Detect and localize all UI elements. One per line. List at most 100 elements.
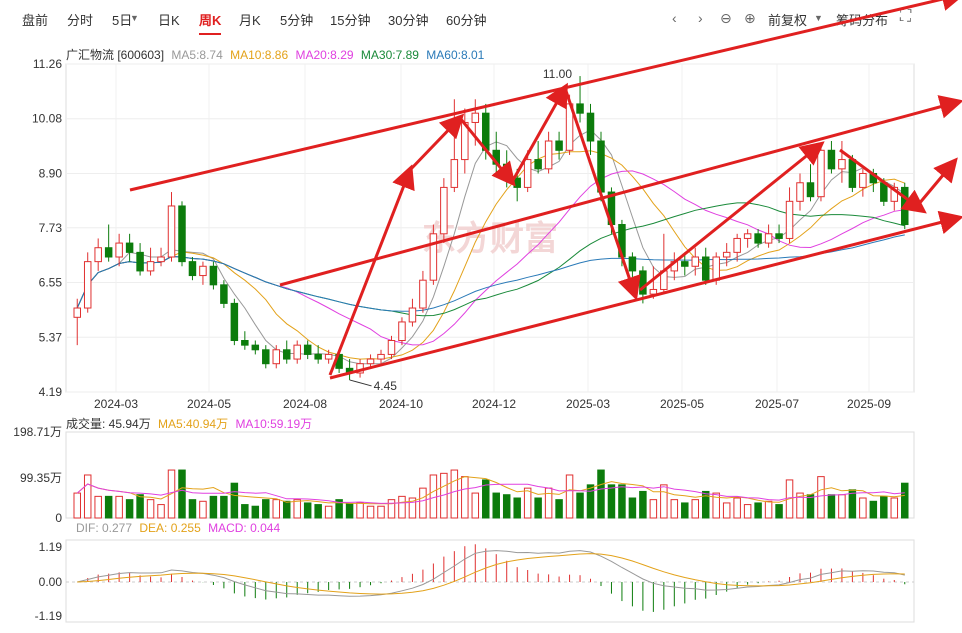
candle-body (838, 159, 846, 170)
price-tick-label: 5.37 (39, 330, 63, 344)
candle-body (450, 159, 459, 188)
volume-bar (146, 499, 155, 519)
candle-body (544, 140, 553, 170)
volume-bar (461, 476, 469, 519)
candle-body (701, 256, 710, 281)
candle-body (733, 237, 741, 253)
time-tick-label: 2025-03 (566, 397, 610, 411)
low-price-annotation: 4.45 (374, 379, 398, 393)
candle-body (178, 205, 186, 263)
time-tick-label: 2024-03 (94, 397, 138, 411)
candle-body (293, 344, 301, 360)
volume-bar (733, 497, 741, 519)
volume-bar (419, 487, 427, 519)
volume-bar (104, 495, 113, 519)
volume-tick-label: 0 (55, 511, 62, 525)
macd-tick-label: 0.00 (39, 575, 63, 589)
volume-bar (544, 487, 553, 519)
candle-body (534, 159, 542, 170)
volume-bar (136, 494, 144, 519)
candle-body (440, 186, 448, 235)
time-tick-label: 2024-10 (379, 397, 423, 411)
volume-bar (827, 494, 836, 519)
trend-arrow (328, 164, 415, 376)
volume-bar (356, 502, 364, 519)
volume-bar (681, 502, 689, 519)
volume-bar (743, 504, 752, 519)
time-tick-label: 2024-05 (187, 397, 231, 411)
candle-body (555, 140, 563, 151)
candle-body (241, 340, 249, 346)
volume-bar (775, 504, 783, 519)
stock-chart[interactable]: 11.26 10.08 8.90 7.73 6.55 5.37 4.19 2024-03 202… (0, 0, 962, 633)
volume-bar (272, 499, 281, 519)
price-tick-label: 4.19 (39, 385, 63, 399)
candle-body (827, 149, 836, 170)
volume-bar (890, 497, 899, 519)
volume-bar (471, 492, 480, 519)
volume-bar (366, 505, 375, 519)
candle-body (167, 205, 176, 258)
volume-bar (282, 500, 291, 519)
candle-body (366, 358, 375, 365)
volume-bar (157, 504, 165, 519)
volume-bar (262, 499, 270, 519)
volume-bar (377, 505, 385, 519)
volume-bar (429, 474, 438, 519)
candle-body (817, 149, 825, 198)
volume-bar (293, 499, 301, 519)
volume-bar (241, 504, 249, 519)
candle-body (471, 112, 480, 123)
volume-bar (806, 494, 815, 519)
candle-body (94, 247, 102, 263)
volume-bar (492, 492, 500, 519)
volume-bar (639, 490, 647, 519)
volume-bar (387, 499, 396, 519)
time-tick-label: 2025-09 (847, 397, 891, 411)
volume-bar (649, 499, 658, 519)
volume-bar (115, 495, 123, 519)
volume-bar (94, 495, 102, 519)
candle-body (146, 261, 155, 272)
candle-body (398, 321, 406, 342)
volume-bar (513, 497, 521, 519)
candle-body (324, 353, 333, 360)
candle-body (754, 233, 762, 244)
time-tick-label: 2024-12 (472, 397, 516, 411)
volume-bar (722, 502, 731, 519)
candle-body (314, 353, 322, 360)
volume-bar (125, 499, 134, 519)
volume-bar (576, 492, 584, 519)
candle-body (859, 172, 867, 188)
volume-bar (178, 469, 186, 519)
volume-tick-label: 99.35万 (20, 471, 62, 485)
volume-tick-label: 198.71万 (13, 425, 62, 439)
macd-panel-frame (65, 539, 915, 623)
volume-bar (628, 497, 637, 519)
candle-body (848, 159, 857, 188)
volume-bar (660, 484, 668, 519)
candle-body (387, 340, 396, 355)
candle-body (157, 256, 165, 263)
volume-bar (838, 494, 846, 519)
volume-bar (764, 500, 773, 519)
candle-body (199, 265, 207, 277)
candle-body (377, 353, 385, 360)
volume-bar (450, 469, 459, 519)
volume-bar (230, 482, 239, 519)
volume-bar (565, 474, 574, 519)
candle-body (125, 242, 134, 253)
candle-body (429, 233, 438, 281)
volume-bar (303, 502, 312, 519)
candle-body (712, 256, 720, 281)
candle-body (775, 233, 783, 239)
time-tick-label: 2025-07 (755, 397, 799, 411)
price-tick-label: 6.55 (39, 276, 63, 290)
volume-bar (73, 492, 81, 519)
time-tick-label: 2024-08 (283, 397, 327, 411)
volume-bar (251, 505, 260, 519)
price-tick-label: 10.08 (32, 112, 62, 126)
candle-body (251, 344, 260, 351)
volume-ma10-line (76, 483, 905, 504)
volume-bar (199, 500, 207, 519)
